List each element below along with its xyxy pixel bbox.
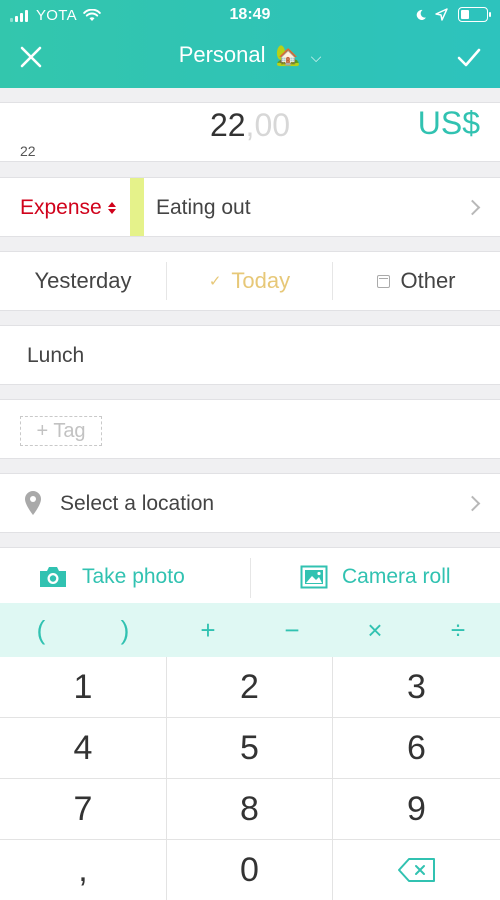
house-emoji-icon: 🏡 <box>275 45 301 67</box>
add-tag-button[interactable]: + Tag <box>20 416 102 446</box>
category-row: Expense Eating out <box>0 177 500 237</box>
location-row[interactable]: Select a location <box>0 473 500 533</box>
date-other-label: Other <box>400 268 456 293</box>
battery-icon <box>458 7 491 22</box>
transaction-type-toggle[interactable]: Expense <box>20 196 116 220</box>
key-7[interactable]: 7 <box>0 779 166 839</box>
currency-button[interactable]: US$ <box>418 105 480 142</box>
key-9[interactable]: 9 <box>333 779 500 839</box>
amount-field[interactable]: 22,00 US$ 22 <box>0 102 500 162</box>
op-minus-button[interactable]: − <box>262 603 322 657</box>
date-today-label: Today <box>231 268 291 293</box>
key-3[interactable]: 3 <box>333 657 500 717</box>
key-5[interactable]: 5 <box>167 718 332 778</box>
location-arrow-icon <box>435 8 448 21</box>
chevron-down-icon: ⌵ <box>310 49 322 65</box>
key-6[interactable]: 6 <box>333 718 500 778</box>
numeric-keypad: 1 2 3 4 5 6 7 8 9 , 0 <box>0 657 500 900</box>
photo-row: Take photo Camera roll <box>0 547 500 605</box>
date-other-button[interactable]: Other <box>333 252 500 310</box>
op-plus-button[interactable]: + <box>178 603 238 657</box>
location-pin-icon <box>25 491 41 515</box>
tag-row: + Tag <box>0 399 500 459</box>
take-photo-button[interactable]: Take photo <box>38 548 185 606</box>
note-field[interactable]: Lunch <box>0 325 500 385</box>
checkmark-icon: ✓ <box>208 273 222 290</box>
key-decimal-comma[interactable]: , <box>0 840 166 900</box>
backspace-button[interactable] <box>333 840 500 900</box>
note-text: Lunch <box>27 344 85 367</box>
check-icon[interactable] <box>452 40 486 74</box>
nav-bar: Personal 🏡 ⌵ <box>0 32 500 84</box>
key-1[interactable]: 1 <box>0 657 166 717</box>
op-multiply-button[interactable]: × <box>345 603 405 657</box>
calendar-icon <box>377 274 391 288</box>
take-photo-label: Take photo <box>82 565 185 588</box>
header: YOTA 18:49 Personal 🏡 ⌵ <box>0 0 500 88</box>
category-color-swatch <box>130 178 144 236</box>
chevron-right-icon <box>464 495 481 512</box>
key-0[interactable]: 0 <box>167 840 332 900</box>
operator-bar: ( ) + − × ÷ <box>0 603 500 657</box>
account-selector[interactable]: Personal 🏡 ⌵ <box>0 42 500 68</box>
status-bar: YOTA 18:49 <box>0 0 500 32</box>
chevron-right-icon[interactable] <box>464 199 481 216</box>
date-selector: Yesterday ✓ Today Other <box>0 251 500 311</box>
camera-roll-button[interactable]: Camera roll <box>300 548 451 606</box>
op-divide-button[interactable]: ÷ <box>428 603 488 657</box>
camera-icon <box>40 567 66 587</box>
op-close-paren-button[interactable]: ) <box>95 603 155 657</box>
amount-expression: 22 <box>20 143 36 159</box>
camera-roll-label: Camera roll <box>342 565 451 588</box>
key-4[interactable]: 4 <box>0 718 166 778</box>
divider <box>250 558 251 598</box>
backspace-icon <box>397 858 435 882</box>
amount-integer: 22 <box>209 107 246 143</box>
account-title: Personal <box>178 42 266 67</box>
moon-icon <box>416 9 426 20</box>
amount-decimal: ,00 <box>245 107 291 143</box>
status-bar-right <box>415 7 491 22</box>
location-label: Select a location <box>60 492 215 515</box>
key-2[interactable]: 2 <box>167 657 332 717</box>
category-selector[interactable]: Eating out <box>156 196 251 220</box>
op-open-paren-button[interactable]: ( <box>11 603 71 657</box>
date-yesterday-button[interactable]: Yesterday <box>0 252 166 310</box>
transaction-type-label: Expense <box>20 196 102 219</box>
date-today-button[interactable]: ✓ Today <box>167 252 332 310</box>
date-yesterday-label: Yesterday <box>34 268 132 293</box>
sort-arrows-icon <box>107 202 116 214</box>
key-8[interactable]: 8 <box>167 779 332 839</box>
image-icon <box>300 565 328 589</box>
